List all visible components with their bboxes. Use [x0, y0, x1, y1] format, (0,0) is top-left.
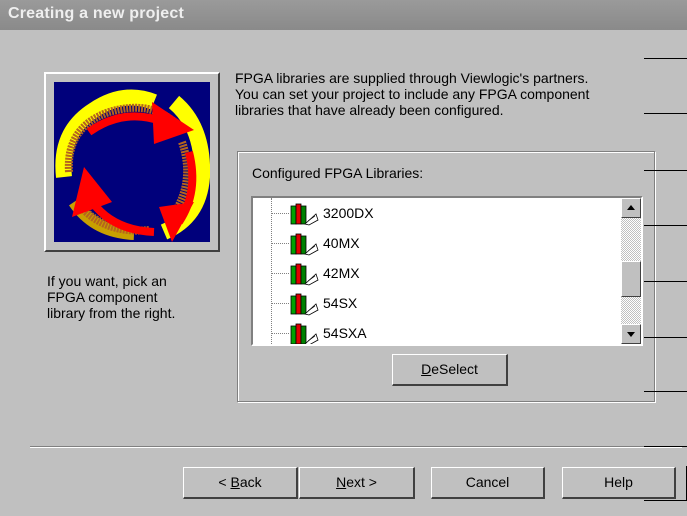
annotation-line	[644, 281, 687, 282]
annotation-line	[644, 58, 687, 59]
list-item[interactable]: 54SXA	[271, 318, 611, 344]
tree-connector	[271, 333, 289, 334]
library-books-icon	[290, 233, 319, 256]
library-books-icon	[290, 203, 319, 226]
list-item[interactable]: 40MX	[271, 228, 611, 258]
deselect-label: eSelect	[431, 361, 478, 377]
annotation-line	[644, 225, 687, 226]
help-button[interactable]: Help	[562, 467, 676, 499]
cancel-button[interactable]: Cancel	[431, 467, 545, 499]
scroll-thumb[interactable]	[621, 261, 641, 297]
library-name: 42MX	[323, 265, 360, 281]
tree-connector	[271, 273, 289, 274]
library-books-icon	[290, 293, 319, 316]
next-accelerator: N	[336, 474, 347, 490]
vertical-scrollbar[interactable]	[621, 198, 641, 344]
scroll-down-button[interactable]	[621, 324, 641, 344]
tree-connector	[271, 213, 289, 214]
annotation-line	[644, 391, 687, 392]
next-button[interactable]: Next >	[299, 467, 415, 499]
library-name: 3200DX	[323, 205, 374, 221]
library-name: 54SX	[323, 295, 358, 311]
arrow-up-icon	[627, 205, 635, 210]
intro-text-line1: FPGA libraries are supplied through View…	[235, 70, 589, 86]
tree-connector	[271, 303, 289, 304]
deselect-button[interactable]: DeSelect	[392, 354, 508, 386]
title-bar: Creating a new project	[0, 0, 687, 30]
annotation-line	[644, 170, 687, 171]
instruction-text-line1: If you want, pick an	[47, 273, 167, 289]
back-prefix: <	[218, 474, 231, 490]
intro-text-line2: You can set your project to include any …	[235, 86, 590, 102]
scroll-up-button[interactable]	[621, 198, 641, 218]
library-books-icon	[290, 323, 319, 344]
library-books-icon	[290, 263, 319, 286]
wizard-graphic	[44, 72, 220, 252]
separator	[30, 446, 682, 448]
list-item[interactable]: 54SX	[271, 288, 611, 318]
deselect-accelerator: D	[421, 361, 432, 377]
back-label: ack	[239, 474, 262, 490]
annotation-line	[644, 500, 687, 501]
next-label: ext >	[346, 474, 377, 490]
instruction-text-line2: FPGA component	[47, 289, 158, 305]
library-name: 54SXA	[323, 325, 367, 341]
back-button[interactable]: < Back	[183, 467, 298, 499]
cycle-arrows-icon	[54, 82, 210, 242]
annotation-line	[644, 337, 687, 338]
annotation-line	[644, 446, 687, 447]
arrow-down-icon	[627, 332, 635, 337]
group-label: Configured FPGA Libraries:	[252, 165, 424, 181]
annotation-line	[644, 113, 687, 114]
list-item[interactable]: 42MX	[271, 258, 611, 288]
intro-text-line3: libraries that have already been configu…	[235, 102, 504, 118]
instruction-text-line3: library from the right.	[47, 305, 176, 321]
window-title: Creating a new project	[8, 5, 184, 22]
fpga-library-list[interactable]: 3200DX 40MX 42MX 54SX 54SXA	[251, 196, 643, 346]
tree-connector	[271, 243, 289, 244]
list-item[interactable]: 3200DX	[271, 198, 611, 228]
back-accelerator: B	[230, 474, 240, 490]
library-name: 40MX	[323, 235, 360, 251]
